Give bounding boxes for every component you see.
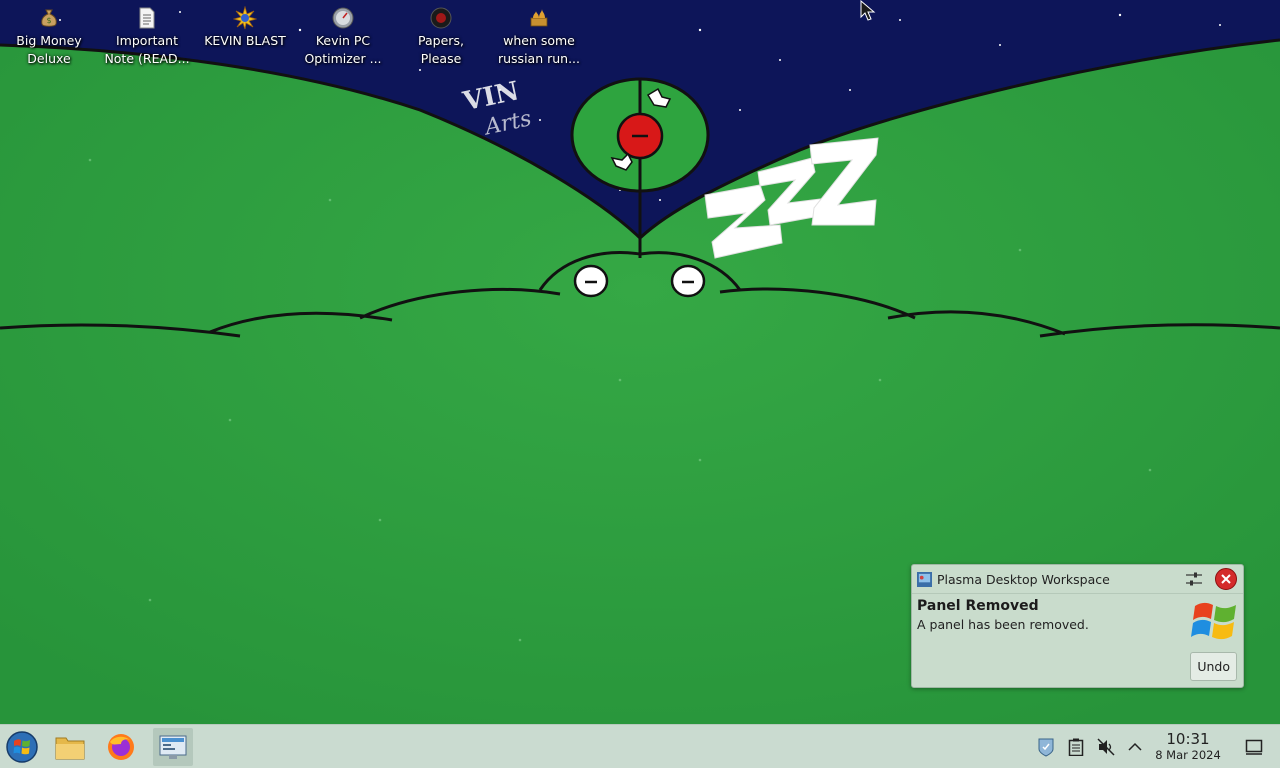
red-seal-icon: [430, 7, 452, 29]
system-settings-button[interactable]: [153, 728, 193, 766]
mouse-cursor-icon: [860, 0, 876, 21]
notification-body: Panel Removed A panel has been removed.: [912, 594, 1243, 640]
show-desktop-icon: [1245, 739, 1263, 755]
desktop-icon-kevin-pc-optimizer[interactable]: Kevin PC Optimizer ...: [295, 4, 391, 68]
desktop-icon-kevin-blast[interactable]: KEVIN BLAST: [197, 4, 293, 50]
desktop-icon-label: Kevin PC: [315, 33, 371, 48]
firefox-button[interactable]: [101, 728, 141, 766]
desktop-icon-label: when some: [503, 33, 575, 48]
clipboard-icon: [1068, 738, 1084, 756]
desktop-icon-label: Big Money: [16, 33, 82, 48]
start-menu-button[interactable]: [2, 728, 42, 766]
notification-title: Panel Removed: [917, 598, 1039, 614]
show-desktop-button[interactable]: [1244, 737, 1264, 757]
notification-header: Plasma Desktop Workspace: [912, 565, 1243, 594]
volume-muted-icon: [1097, 738, 1115, 756]
starburst-icon: [233, 6, 257, 30]
desktop-icon-label: KEVIN BLAST: [204, 33, 286, 48]
money-bag-icon: $: [41, 9, 57, 27]
desktop-icon-important-note[interactable]: Important Note (READ...: [99, 4, 195, 68]
update-shield-icon: [1038, 738, 1054, 757]
desktop-icon-russian-run[interactable]: when some russian run...: [491, 4, 587, 68]
settings-sliders-icon: [1186, 572, 1202, 586]
tray-update-notifier[interactable]: [1036, 737, 1056, 757]
notification-text: A panel has been removed.: [917, 617, 1089, 632]
firefox-icon: [108, 734, 134, 760]
close-icon: [1221, 574, 1231, 584]
windows-logo-icon: [1191, 602, 1236, 640]
digital-clock[interactable]: 10:31 8 Mar 2024: [1150, 730, 1226, 762]
notification-configure-button[interactable]: [1183, 568, 1205, 590]
system-settings-icon: [159, 735, 187, 759]
notification-close-button[interactable]: [1215, 568, 1237, 590]
notification-app-name: Plasma Desktop Workspace: [937, 571, 1110, 587]
svg-text:$: $: [46, 16, 51, 25]
desktop-icon-label: Deluxe: [27, 51, 71, 66]
start-orb-icon: [6, 731, 38, 763]
clock-time: 10:31: [1166, 730, 1210, 748]
file-manager-button[interactable]: [50, 728, 90, 766]
folder-icon: [55, 737, 85, 760]
tray-volume-muted[interactable]: [1096, 737, 1116, 757]
desktop-icon-label: Please: [420, 51, 462, 66]
plasma-app-icon: [917, 571, 932, 587]
desktop-icon-label: russian run...: [497, 51, 581, 66]
desktop-icon-big-money-deluxe[interactable]: $ Big Money Deluxe: [1, 4, 97, 68]
clock-date: 8 Mar 2024: [1155, 748, 1221, 762]
desktop-icon-papers-please[interactable]: Papers, Please: [393, 4, 489, 68]
desktop-icon-label: Important: [116, 33, 178, 48]
gauge-icon: [332, 7, 354, 29]
desktop-icon-label: Note (READ...: [104, 51, 190, 66]
text-file-icon: [139, 7, 155, 29]
tray-clipboard[interactable]: [1066, 737, 1086, 757]
notification-popup: Plasma Desktop Workspace Panel Removed A…: [911, 564, 1244, 688]
kremlin-icon: [530, 9, 548, 27]
chevron-up-icon: [1128, 742, 1142, 751]
desktop-icon-label: Optimizer ...: [304, 51, 382, 66]
desktop-icon-label: Papers,: [418, 33, 464, 48]
tray-expand-button[interactable]: [1125, 737, 1145, 757]
taskbar: 10:31 8 Mar 2024: [0, 724, 1280, 768]
undo-button[interactable]: Undo: [1190, 652, 1237, 681]
